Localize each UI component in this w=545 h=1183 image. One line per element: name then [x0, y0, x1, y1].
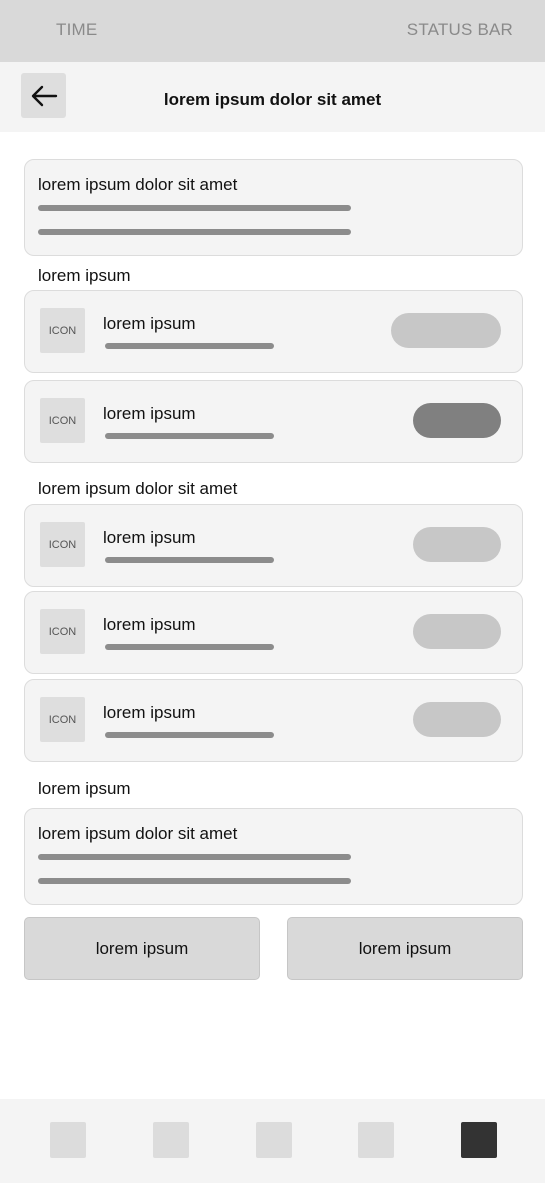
bottom-nav	[0, 1099, 545, 1183]
text-placeholder-line	[105, 433, 274, 439]
item-icon: ICON	[40, 398, 85, 443]
toggle-pill[interactable]	[413, 702, 501, 737]
list-item-title: lorem ipsum	[103, 314, 196, 333]
secondary-action-button[interactable]: lorem ipsum	[24, 917, 260, 980]
status-bar: TIME STATUS BAR	[0, 0, 545, 62]
text-placeholder-line	[105, 343, 274, 349]
toggle-pill[interactable]	[413, 614, 501, 649]
list-item[interactable]: ICON lorem ipsum	[24, 380, 523, 463]
item-icon: ICON	[40, 308, 85, 353]
list-item[interactable]: ICON lorem ipsum	[24, 679, 523, 762]
toggle-pill[interactable]	[413, 403, 501, 438]
list-item[interactable]: ICON lorem ipsum	[24, 591, 523, 674]
item-icon: ICON	[40, 609, 85, 654]
section-label: lorem ipsum dolor sit amet	[38, 479, 238, 498]
list-item-title: lorem ipsum	[103, 703, 196, 722]
item-icon: ICON	[40, 697, 85, 742]
item-icon: ICON	[40, 522, 85, 567]
text-placeholder-line	[38, 854, 351, 860]
info-card-title: lorem ipsum dolor sit amet	[38, 175, 238, 194]
info-card-top: lorem ipsum dolor sit amet	[24, 159, 523, 256]
toggle-pill[interactable]	[391, 313, 501, 348]
primary-action-button[interactable]: lorem ipsum	[287, 917, 523, 980]
status-indicators: STATUS BAR	[406, 20, 513, 39]
section-label: lorem ipsum	[38, 779, 131, 798]
nav-item-5-active[interactable]	[461, 1122, 497, 1158]
nav-item-3[interactable]	[256, 1122, 292, 1158]
list-item[interactable]: ICON lorem ipsum	[24, 290, 523, 373]
toggle-pill[interactable]	[413, 527, 501, 562]
text-placeholder-line	[38, 205, 351, 211]
info-card-bottom: lorem ipsum dolor sit amet	[24, 808, 523, 905]
app-header: lorem ipsum dolor sit amet	[0, 62, 545, 132]
nav-item-2[interactable]	[153, 1122, 189, 1158]
text-placeholder-line	[105, 732, 274, 738]
list-item-title: lorem ipsum	[103, 404, 196, 423]
list-item[interactable]: ICON lorem ipsum	[24, 504, 523, 587]
text-placeholder-line	[38, 229, 351, 235]
list-item-title: lorem ipsum	[103, 615, 196, 634]
text-placeholder-line	[38, 878, 351, 884]
nav-item-1[interactable]	[50, 1122, 86, 1158]
text-placeholder-line	[105, 644, 274, 650]
info-card-title: lorem ipsum dolor sit amet	[38, 824, 238, 843]
text-placeholder-line	[105, 557, 274, 563]
section-label: lorem ipsum	[38, 266, 131, 285]
list-item-title: lorem ipsum	[103, 528, 196, 547]
nav-item-4[interactable]	[358, 1122, 394, 1158]
page-title: lorem ipsum dolor sit amet	[163, 90, 382, 109]
status-time: TIME	[56, 20, 98, 39]
